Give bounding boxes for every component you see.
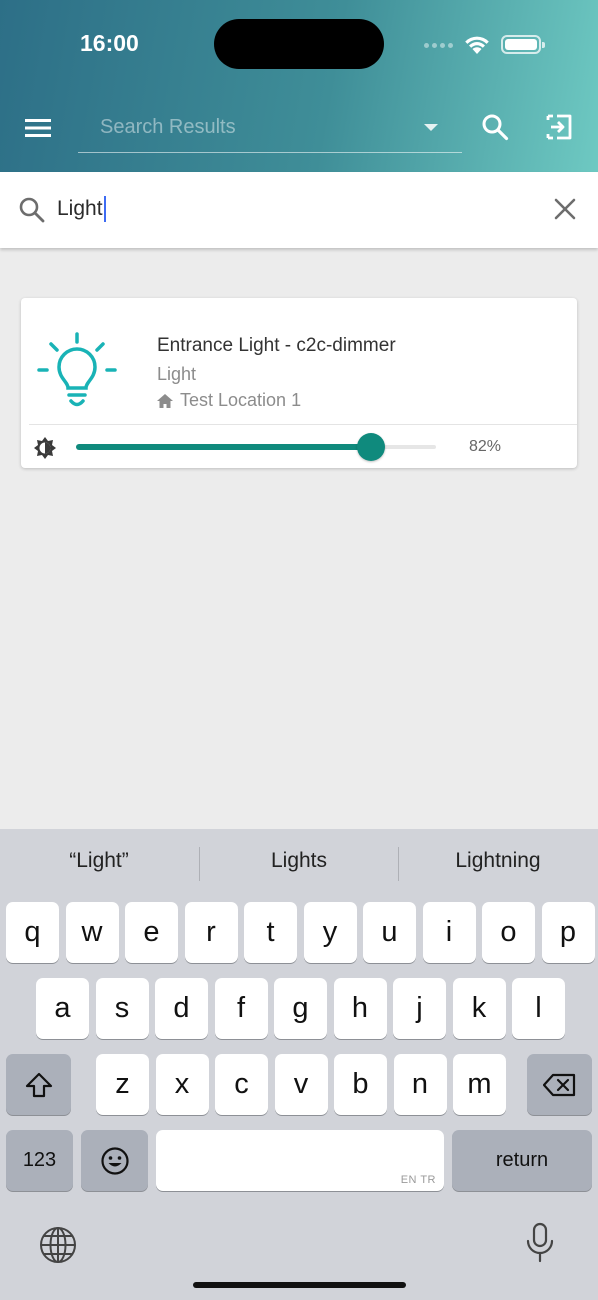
close-icon[interactable] xyxy=(550,194,580,224)
device-location: Test Location 1 xyxy=(157,390,301,411)
key-j[interactable]: j xyxy=(393,978,446,1039)
card-divider xyxy=(29,424,577,425)
key-c[interactable]: c xyxy=(215,1054,268,1115)
key-s[interactable]: s xyxy=(95,978,149,1039)
header-search-button[interactable] xyxy=(476,108,514,146)
numbers-key[interactable]: 123 xyxy=(6,1130,73,1191)
brightness-slider-fill xyxy=(76,444,372,450)
suggestion-2[interactable]: Lights xyxy=(200,849,398,873)
search-bar: Light xyxy=(0,172,598,248)
key-o[interactable]: o xyxy=(482,902,535,963)
brightness-slider-thumb[interactable] xyxy=(357,433,386,461)
globe-icon[interactable] xyxy=(39,1226,77,1264)
key-z[interactable]: z xyxy=(96,1054,149,1115)
key-l[interactable]: l xyxy=(512,978,565,1039)
microphone-icon[interactable] xyxy=(526,1222,554,1264)
search-icon xyxy=(482,114,509,141)
search-input[interactable]: Light xyxy=(57,196,106,222)
status-time: 16:00 xyxy=(80,30,139,56)
app-header: 16:00 Search Results xyxy=(0,0,598,172)
menu-button[interactable] xyxy=(20,110,56,146)
battery-icon xyxy=(501,35,545,54)
device-type: Light xyxy=(157,364,197,384)
search-icon xyxy=(19,197,45,223)
key-d[interactable]: d xyxy=(155,978,208,1039)
backspace-key[interactable] xyxy=(527,1054,592,1115)
key-a[interactable]: a xyxy=(36,978,89,1039)
home-icon xyxy=(157,393,173,408)
key-i[interactable]: i xyxy=(422,902,476,963)
brightness-icon xyxy=(34,437,56,459)
key-x[interactable]: x xyxy=(155,1054,209,1115)
results-dropdown[interactable]: Search Results xyxy=(78,103,462,153)
menu-icon xyxy=(25,119,51,137)
dynamic-island xyxy=(214,19,384,69)
search-input-value: Light xyxy=(57,197,103,220)
emoji-key[interactable] xyxy=(81,1130,148,1191)
backspace-icon xyxy=(542,1073,575,1096)
cellular-signal-icon xyxy=(424,43,453,48)
suggestion-1[interactable]: “Light” xyxy=(0,849,198,873)
device-name: Entrance Light - c2c-dimmer xyxy=(157,335,396,356)
key-n[interactable]: n xyxy=(393,1054,447,1115)
home-indicator xyxy=(193,1282,406,1288)
light-bulb-icon xyxy=(37,332,117,407)
wifi-icon xyxy=(465,36,489,54)
exit-icon xyxy=(546,114,572,140)
emoji-icon xyxy=(100,1146,129,1175)
key-t[interactable]: t xyxy=(244,902,297,963)
keyboard-suggestions: “Light” Lights Lightning xyxy=(0,829,598,899)
key-u[interactable]: u xyxy=(363,902,416,963)
device-card[interactable]: Entrance Light - c2c-dimmer Light Test L… xyxy=(21,298,577,468)
language-tag: EN TR xyxy=(400,1174,436,1186)
space-key[interactable]: EN TR xyxy=(156,1130,444,1191)
key-g[interactable]: g xyxy=(274,978,327,1039)
key-e[interactable]: e xyxy=(125,902,178,963)
key-v[interactable]: v xyxy=(274,1054,328,1115)
key-w[interactable]: w xyxy=(65,902,119,963)
keyboard: “Light” Lights Lightning qwertyuiop asdfg… xyxy=(0,829,598,1300)
key-m[interactable]: m xyxy=(453,1054,506,1115)
caret-down-icon xyxy=(424,124,438,131)
key-y[interactable]: y xyxy=(303,902,357,963)
brightness-value: 82% xyxy=(469,438,502,455)
exit-button[interactable] xyxy=(540,108,578,146)
return-key[interactable]: return xyxy=(452,1130,592,1191)
key-r[interactable]: r xyxy=(184,902,238,963)
shift-icon xyxy=(25,1072,52,1097)
suggestion-3[interactable]: Lightning xyxy=(399,849,597,873)
dropdown-placeholder: Search Results xyxy=(100,116,236,138)
device-location-label: Test Location 1 xyxy=(180,390,302,410)
key-b[interactable]: b xyxy=(334,1054,387,1115)
shift-key[interactable] xyxy=(6,1054,71,1115)
key-k[interactable]: k xyxy=(452,978,506,1039)
text-caret xyxy=(103,196,106,222)
key-p[interactable]: p xyxy=(541,902,595,963)
key-f[interactable]: f xyxy=(214,978,268,1039)
key-h[interactable]: h xyxy=(333,978,387,1039)
key-q[interactable]: q xyxy=(6,902,59,963)
